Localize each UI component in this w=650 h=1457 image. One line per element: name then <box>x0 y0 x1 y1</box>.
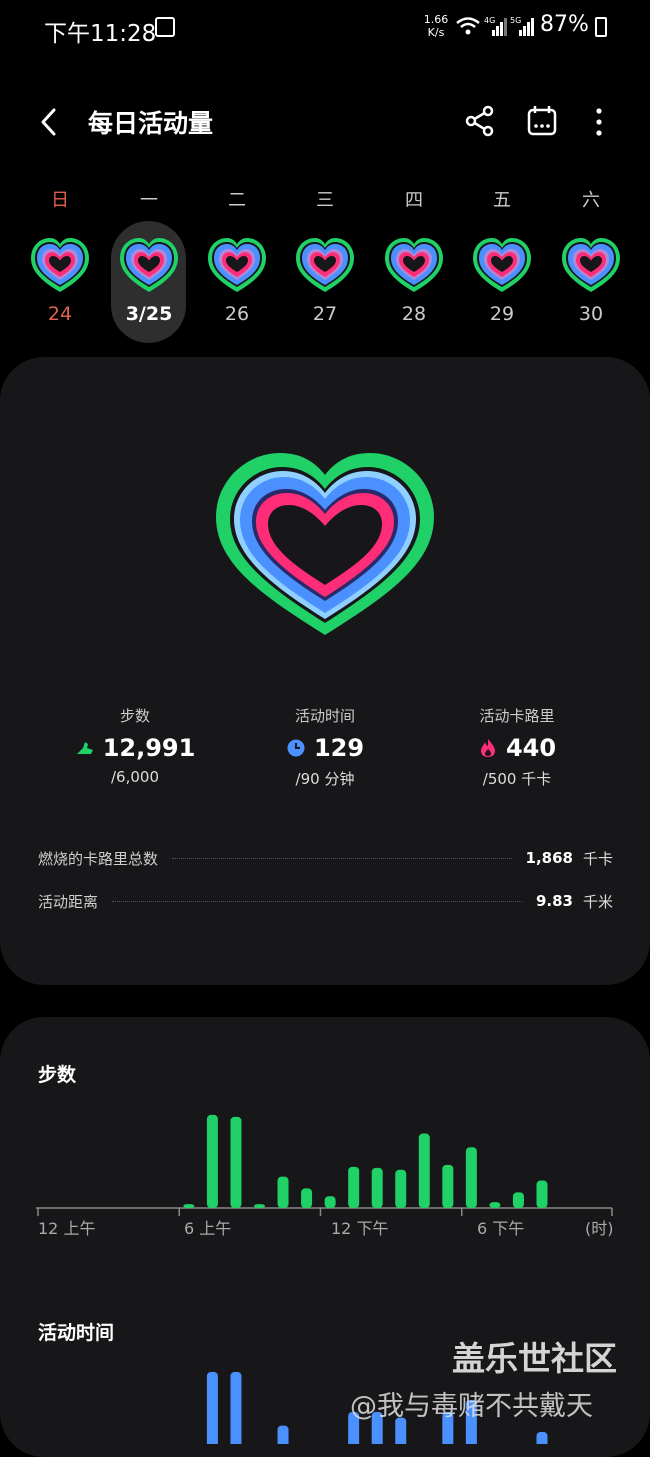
activity-rings-heart-icon <box>216 453 434 635</box>
steps-bar[interactable] <box>324 1196 336 1208</box>
distance-value: 9.83 <box>535 892 573 910</box>
x-axis-tick-label: 12 上午 <box>38 1219 95 1238</box>
weekday-label: 三 <box>316 190 334 211</box>
steps-bar[interactable] <box>536 1180 548 1208</box>
weekday-label: 五 <box>493 190 511 211</box>
active-time-value: 129 <box>313 734 365 762</box>
battery-percent: 87% <box>540 12 589 37</box>
total-burned-label: 燃烧的卡路里总数 <box>38 849 159 868</box>
gallery-notification-icon <box>155 17 175 37</box>
signal-5g-icon: 5G <box>510 16 534 36</box>
day-activity-heart-icon[interactable] <box>118 236 180 294</box>
distance-label: 活动距离 <box>38 892 99 911</box>
status-time: 下午11:28 <box>44 21 157 47</box>
share-icon[interactable] <box>464 104 496 138</box>
active-cal-label: 活动卡路里 <box>479 707 555 725</box>
steps-bar[interactable] <box>277 1176 289 1208</box>
network-speed-unit: K/s <box>427 26 445 39</box>
steps-value: 12,991 <box>102 734 196 762</box>
total-burned-row: 燃烧的卡路里总数 1,868 千卡 <box>38 846 613 870</box>
x-axis-tick-label: 6 上午 <box>184 1219 231 1238</box>
active-time-goal: /90 分钟 <box>295 770 355 788</box>
weekday-label: 四 <box>405 190 423 211</box>
steps-bar[interactable] <box>512 1192 524 1208</box>
day-date[interactable]: 26 <box>207 303 267 325</box>
net-4g-label: 4G <box>484 16 495 25</box>
flame-icon <box>480 739 495 757</box>
calendar-icon[interactable] <box>526 104 558 138</box>
day-date[interactable]: 30 <box>561 303 621 325</box>
watermark-user: @我与毒赌不共戴天 <box>350 1391 593 1422</box>
watermark-community: 盖乐世社区 <box>452 1339 617 1378</box>
day-activity-heart-icon[interactable] <box>383 236 445 294</box>
x-axis-tick-label: (时) <box>585 1219 614 1238</box>
back-arrow-icon[interactable] <box>36 104 66 140</box>
day-activity-heart-icon[interactable] <box>294 236 356 294</box>
steps-bar[interactable] <box>489 1202 501 1208</box>
active-cal-goal: /500 千卡 <box>482 770 552 788</box>
day-activity-heart-icon[interactable] <box>560 236 622 294</box>
day-date[interactable]: 24 <box>30 303 90 325</box>
total-burned-unit: 千卡 <box>582 849 613 868</box>
active-time-chart-title: 活动时间 <box>38 1322 115 1344</box>
clock-icon <box>287 739 305 757</box>
day-date-selected[interactable]: 3/25 <box>119 303 179 325</box>
net-5g-label: 5G <box>510 16 521 25</box>
steps-bar[interactable] <box>230 1116 242 1208</box>
steps-label: 步数 <box>119 707 150 725</box>
steps-bar[interactable] <box>183 1204 195 1208</box>
day-activity-heart-icon[interactable] <box>471 236 533 294</box>
page-title: 每日活动量 <box>88 109 214 138</box>
day-date[interactable]: 28 <box>384 303 444 325</box>
status-bar: 下午11:28 1.66 K/s 4G 5G 87% <box>0 0 650 56</box>
steps-bar-chart[interactable]: 12 上午 6 上午 12 下午 6 下午 (时) <box>36 1100 616 1240</box>
steps-bar[interactable] <box>253 1204 265 1208</box>
steps-bar[interactable] <box>348 1166 360 1208</box>
steps-bar[interactable] <box>301 1188 313 1208</box>
network-speed: 1.66 K/s <box>422 13 450 39</box>
steps-bar[interactable] <box>371 1167 383 1208</box>
active-cal-metric[interactable]: 活动卡路里 440 /500 千卡 <box>432 705 602 789</box>
steps-bar[interactable] <box>395 1169 407 1208</box>
active-time-bar[interactable] <box>536 1432 548 1444</box>
active-time-bar[interactable] <box>277 1425 289 1444</box>
shoe-icon <box>76 742 93 754</box>
distance-row: 活动距离 9.83 千米 <box>38 889 613 913</box>
weekday-label: 二 <box>228 190 246 211</box>
weekday-label: 日 <box>51 190 69 211</box>
battery-icon <box>595 17 607 37</box>
distance-unit: 千米 <box>582 892 613 911</box>
weekday-label: 一 <box>140 190 158 211</box>
network-speed-value: 1.66 <box>423 13 449 26</box>
steps-bar[interactable] <box>418 1133 430 1208</box>
steps-bar[interactable] <box>442 1164 454 1208</box>
signal-4g-icon: 4G <box>484 16 507 36</box>
weekday-label: 六 <box>582 190 600 211</box>
day-date[interactable]: 29 <box>472 303 532 325</box>
steps-chart-title: 步数 <box>38 1064 77 1086</box>
active-cal-value: 440 <box>505 734 557 762</box>
day-activity-heart-icon[interactable] <box>206 236 268 294</box>
total-burned-value: 1,868 <box>525 849 573 867</box>
more-vert-icon[interactable] <box>590 106 608 138</box>
active-time-bar[interactable] <box>230 1372 242 1444</box>
active-time-bar[interactable] <box>206 1372 218 1444</box>
active-time-metric[interactable]: 活动时间 129 /90 分钟 <box>240 705 410 789</box>
wifi-icon <box>456 17 480 35</box>
dotted-leader <box>172 857 512 859</box>
steps-goal: /6,000 <box>111 768 159 786</box>
x-axis-tick-label: 12 下午 <box>331 1219 388 1238</box>
day-activity-heart-icon[interactable] <box>29 236 91 294</box>
x-axis-tick-label: 6 下午 <box>477 1219 524 1238</box>
steps-bar[interactable] <box>465 1147 477 1208</box>
day-date[interactable]: 27 <box>295 303 355 325</box>
steps-bar[interactable] <box>206 1114 218 1208</box>
active-time-label: 活动时间 <box>294 707 355 725</box>
steps-metric[interactable]: 步数 12,991 /6,000 <box>50 705 220 786</box>
dotted-leader <box>112 900 522 902</box>
